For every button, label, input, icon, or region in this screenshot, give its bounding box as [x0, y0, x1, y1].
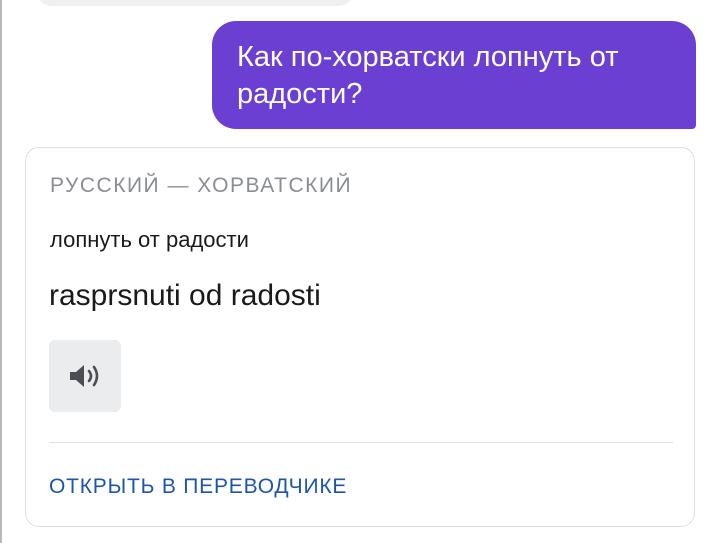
translation-card: РУССКИЙ — ХОРВАТСКИЙ лопнуть от радости …	[25, 147, 695, 527]
translated-phrase: rasprsnuti od radosti	[49, 279, 321, 312]
language-pair-label: РУССКИЙ — ХОРВАТСКИЙ	[50, 174, 353, 197]
previous-message-bubble	[36, 0, 354, 6]
card-divider	[49, 442, 673, 443]
play-pronunciation-button[interactable]	[49, 340, 121, 412]
open-in-translator-link[interactable]: ОТКРЫТЬ В ПЕРЕВОДЧИКЕ	[49, 475, 347, 499]
user-message-bubble: Как по-хорватски лопнуть от радости?	[212, 21, 696, 129]
speaker-icon	[70, 365, 99, 387]
source-phrase: лопнуть от радости	[50, 227, 249, 252]
window-left-border	[0, 0, 2, 543]
